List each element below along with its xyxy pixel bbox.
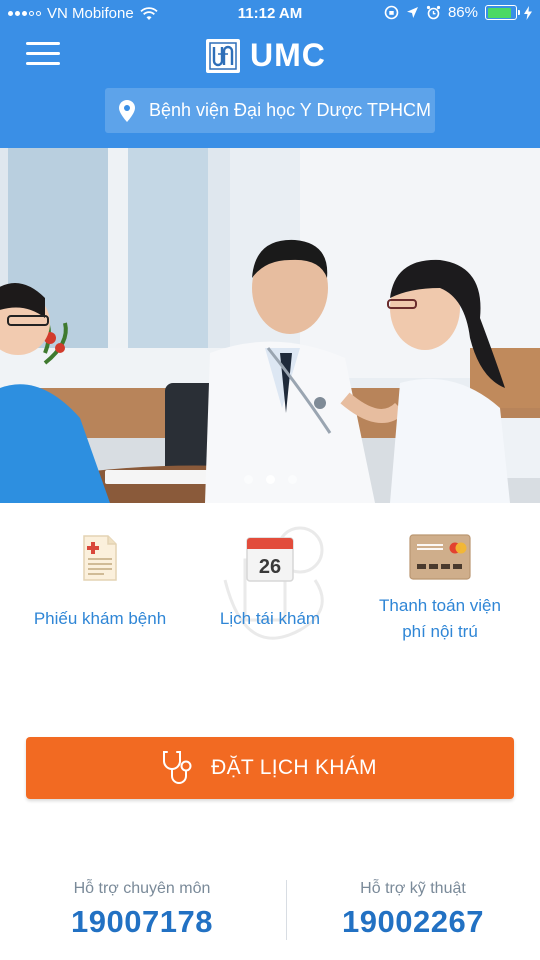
wifi-icon [140,6,158,20]
status-bar: VN Mobifone 11:12 AM 86% [0,0,540,28]
banner-carousel[interactable] [0,148,540,503]
menu-bar [26,52,60,55]
technical-support-label: Hỗ trợ kỹ thuật [360,880,466,897]
technical-support: Hỗ trợ kỹ thuật 19002267 [278,880,540,940]
follow-up-schedule-label: Lịch tái khám [219,609,321,628]
calendar-icon: 26 [246,537,294,582]
rotation-lock-icon [384,5,399,20]
professional-support-phone[interactable]: 19007178 [7,904,277,940]
battery-icon [485,5,520,20]
app-logo: UMC [206,37,326,74]
status-left: VN Mobifone [8,5,158,22]
location-arrow-icon [406,7,418,18]
follow-up-schedule-button[interactable]: 26 Lịch tái khám [180,520,360,670]
battery-level-fill [487,7,511,18]
carousel-dot-active[interactable] [265,475,275,484]
alarm-icon [426,5,441,20]
signal-strength-icon [8,11,41,16]
carrier-name: VN Mobifone [47,5,134,22]
carousel-dot[interactable] [287,475,297,484]
professional-support: Hỗ trợ chuyên môn 19007178 [7,880,277,940]
payment-card-icon [409,534,471,580]
hospital-selector[interactable]: Bệnh viện Đại học Y Dược TPHCM [105,88,435,133]
map-pin-icon [119,99,135,122]
professional-support-label: Hỗ trợ chuyên môn [73,880,211,897]
book-appointment-label: ĐẶT LỊCH KHÁM [211,756,377,779]
hamburger-menu-button[interactable] [26,42,60,66]
status-right: 86% [384,4,532,21]
battery-percent: 86% [447,4,478,21]
medical-record-label: Phiếu khám bệnh [33,609,167,628]
book-appointment-button[interactable]: ĐẶT LỊCH KHÁM [26,737,514,799]
stethoscope-icon [163,751,192,784]
umc-logo-icon [206,38,240,73]
medical-record-button[interactable]: Phiếu khám bệnh [10,520,190,670]
action-icon-wrap [350,534,530,580]
action-icon-wrap [10,534,190,582]
brand-name: UMC [250,37,326,73]
medical-form-icon [83,535,117,581]
carousel-dots [0,475,540,484]
hospital-name: Bệnh viện Đại học Y Dược TPHCM [149,100,431,120]
calendar-day-number: 26 [259,556,281,578]
menu-bar [26,42,60,45]
app-header: VN Mobifone 11:12 AM 86% UMC Bệnh viện Đ… [0,0,540,148]
action-icon-wrap: 26 [180,534,360,582]
app-screen: VN Mobifone 11:12 AM 86% UMC Bệnh viện Đ… [0,0,540,960]
inpatient-payment-label-line2: phí nội trú [402,622,478,641]
inpatient-payment-button[interactable]: Thanh toán viện phí nội trú [350,520,530,670]
technical-support-phone[interactable]: 19002267 [278,904,540,940]
menu-bar [26,62,60,65]
inpatient-payment-label-line1: Thanh toán viện [379,596,501,615]
quick-actions: Phiếu khám bệnh 26 Lịch tái khám Thanh t… [0,520,540,680]
charging-bolt-icon [524,5,532,20]
carousel-dot[interactable] [243,475,253,484]
banner-illustration [0,148,540,503]
